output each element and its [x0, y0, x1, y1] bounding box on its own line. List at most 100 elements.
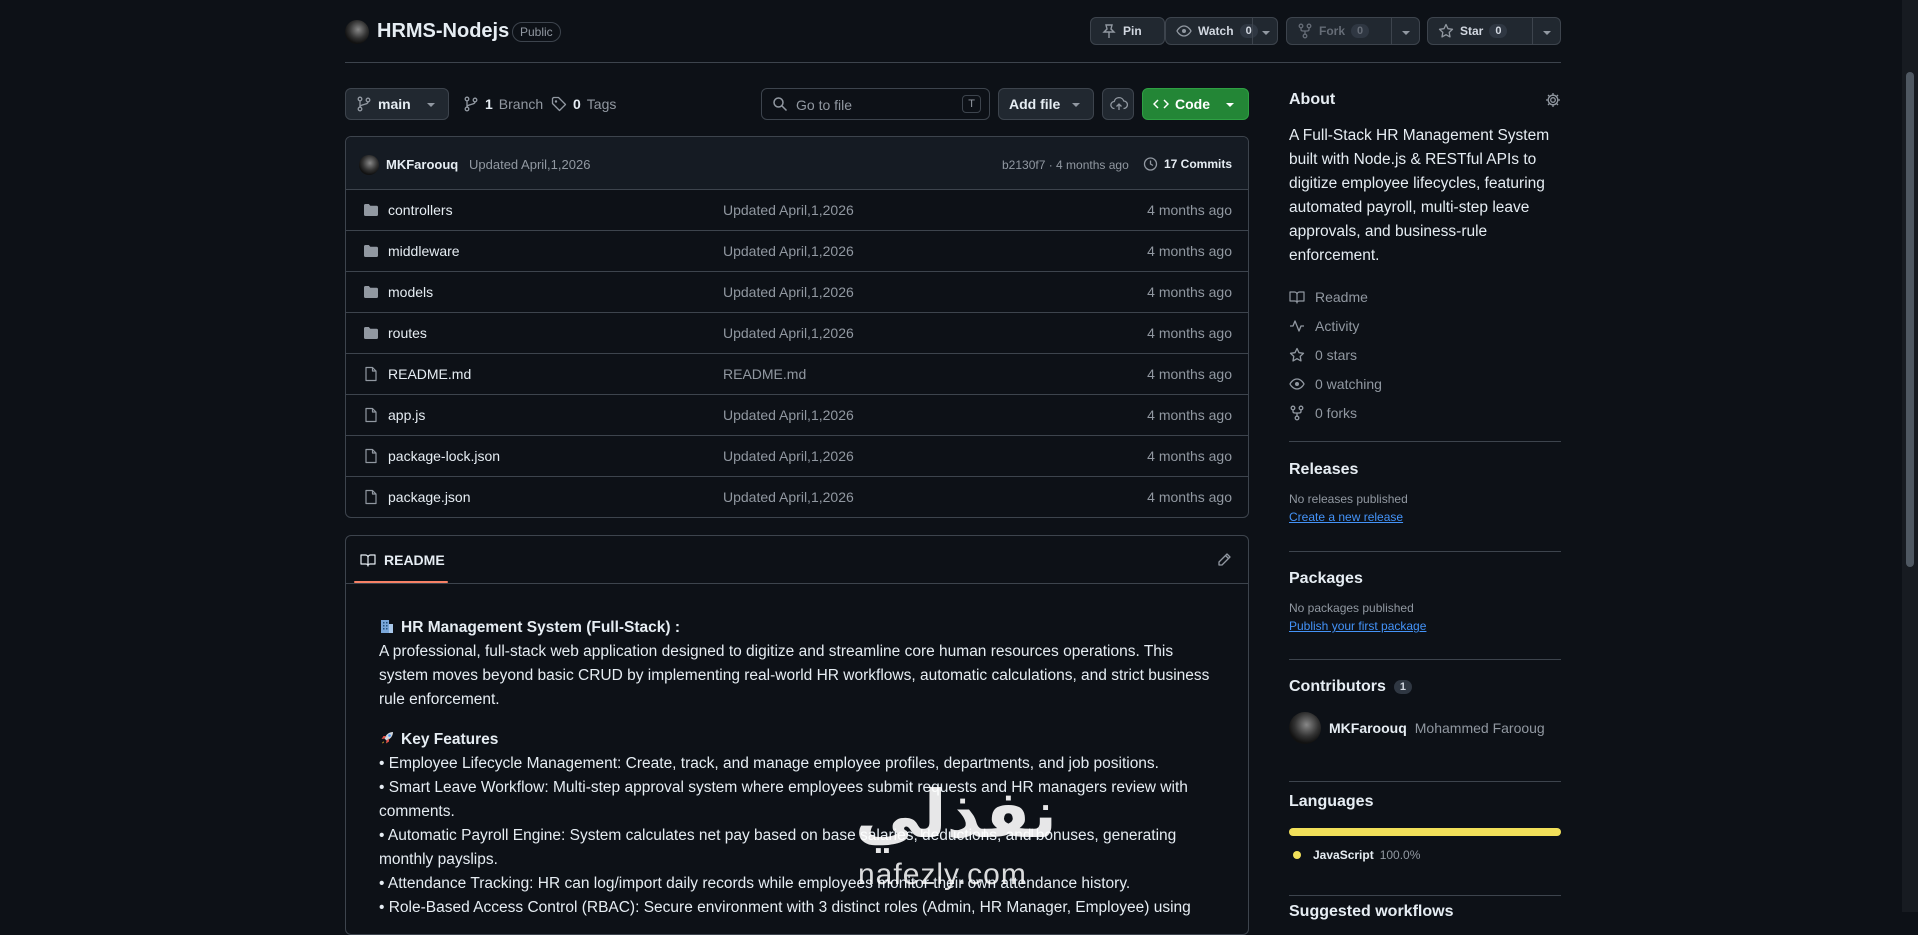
star-icon [1289, 347, 1305, 363]
publish-package-link[interactable]: Publish your first package [1289, 619, 1561, 633]
star-button[interactable]: Star 0 [1427, 17, 1561, 45]
language-bar-fill [1289, 828, 1561, 836]
sidebar-divider [1289, 895, 1561, 896]
chevron-down-icon[interactable] [1400, 24, 1412, 40]
cloud-upload-icon [1110, 96, 1128, 112]
watermark-text: nafezly.com [858, 858, 1027, 891]
branches-link[interactable]: 1 Branch [463, 96, 543, 112]
file-name[interactable]: routes [388, 325, 427, 341]
contributor-login[interactable]: MKFaroouq [1329, 720, 1407, 736]
file-name[interactable]: middleware [388, 243, 460, 259]
contributor-avatar[interactable] [1289, 712, 1321, 744]
feature-item: • Smart Leave Workflow: Multi-step appro… [379, 779, 1188, 820]
file-name[interactable]: package.json [388, 489, 471, 505]
file-row[interactable]: models Updated April,1,2026 4 months ago [346, 272, 1248, 313]
file-row[interactable]: package.json Updated April,1,2026 4 months… [346, 477, 1248, 517]
feature-item: • Employee Lifecycle Management: Create,… [379, 755, 1159, 772]
chevron-down-icon [425, 96, 437, 112]
file-row[interactable]: package-lock.json Updated April,1,2026 4 m… [346, 436, 1248, 477]
commit-message[interactable]: Updated April,1,2026 [469, 157, 590, 172]
contributors-heading[interactable]: Contributors [1289, 678, 1386, 696]
about-link-0-watching[interactable]: 0 watching [1289, 369, 1561, 398]
file-row[interactable]: middleware Updated April,1,2026 4 months a… [346, 231, 1248, 272]
file-age: 4 months ago [1147, 202, 1232, 218]
file-commit-message[interactable]: README.md [723, 366, 806, 382]
commit-meta[interactable]: b2130f7 · 4 months ago [1002, 158, 1129, 172]
search-input[interactable] [794, 93, 948, 117]
file-name[interactable]: README.md [388, 366, 471, 382]
about-link-activity[interactable]: Activity [1289, 311, 1561, 340]
add-file-button[interactable]: Add file [998, 88, 1094, 120]
fork-icon [1297, 23, 1313, 39]
code-button[interactable]: Code [1142, 88, 1249, 120]
pin-button[interactable]: Pin [1090, 17, 1165, 45]
file-commit-message[interactable]: Updated April,1,2026 [723, 284, 854, 300]
tags-link[interactable]: 0 Tags [551, 96, 616, 112]
commit-author[interactable]: MKFaroouq [386, 157, 458, 172]
readme-features-title: Key Features [401, 731, 499, 748]
star-count: 0 [1489, 24, 1508, 38]
packages-heading[interactable]: Packages [1289, 570, 1561, 588]
contributor-fullname: Mohammed Farooug [1414, 720, 1545, 736]
branch-selector[interactable]: main [345, 88, 449, 120]
contributor-item[interactable]: MKFaroouq Mohammed Farooug [1289, 712, 1561, 744]
go-to-file-search[interactable]: T [761, 88, 990, 120]
repo-avatar[interactable] [345, 20, 369, 44]
edit-pencil-icon[interactable] [1216, 552, 1232, 568]
code-label: Code [1175, 96, 1210, 112]
feature-list: • Employee Lifecycle Management: Create,… [379, 752, 1219, 920]
page-scrollbar[interactable] [1902, 0, 1918, 912]
file-age: 4 months ago [1147, 407, 1232, 423]
about-link-0-stars[interactable]: 0 stars [1289, 340, 1561, 369]
gear-icon[interactable] [1545, 92, 1561, 108]
file-name[interactable]: models [388, 284, 433, 300]
file-commit-message[interactable]: Updated April,1,2026 [723, 325, 854, 341]
file-icon [363, 407, 379, 423]
about-links: Readme Activity 0 stars 0 watching 0 forks [1289, 282, 1561, 427]
code-icon [1153, 96, 1169, 112]
file-name[interactable]: package-lock.json [388, 448, 500, 464]
commit-author-avatar[interactable] [359, 155, 379, 175]
header-divider [345, 62, 1561, 63]
about-link-readme[interactable]: Readme [1289, 282, 1561, 311]
folder-icon [363, 284, 379, 300]
commits-label: 17 Commits [1164, 157, 1233, 171]
about-heading: About [1289, 91, 1336, 108]
file-name[interactable]: app.js [388, 407, 425, 423]
chevron-down-icon[interactable] [1541, 24, 1553, 40]
feature-item: • Role-Based Access Control (RBAC): Secu… [379, 899, 1191, 916]
about-link-0-forks[interactable]: 0 forks [1289, 398, 1561, 427]
file-commit-message[interactable]: Updated April,1,2026 [723, 448, 854, 464]
fork-button[interactable]: Fork 0 [1286, 17, 1420, 45]
file-name[interactable]: controllers [388, 202, 453, 218]
branch-icon [356, 96, 372, 112]
upload-button[interactable] [1102, 88, 1134, 120]
branches-label: Branch [498, 96, 544, 112]
file-commit-message[interactable]: Updated April,1,2026 [723, 489, 854, 505]
fork-label: Fork [1319, 24, 1346, 38]
scrollbar-thumb[interactable] [1906, 72, 1914, 567]
language-item[interactable]: JavaScript 100.0% [1289, 848, 1561, 862]
file-row[interactable]: README.md README.md 4 months ago [346, 354, 1248, 395]
readme-title: HR Management System (Full-Stack) : [401, 619, 681, 636]
file-commit-message[interactable]: Updated April,1,2026 [723, 243, 854, 259]
create-release-link[interactable]: Create a new release [1289, 510, 1561, 524]
contributors-count: 1 [1393, 680, 1412, 694]
file-age: 4 months ago [1147, 366, 1232, 382]
file-commit-message[interactable]: Updated April,1,2026 [723, 407, 854, 423]
file-row[interactable]: routes Updated April,1,2026 4 months ago [346, 313, 1248, 354]
file-icon [363, 448, 379, 464]
repo-name[interactable]: HRMS-Nodejs [377, 20, 509, 43]
watermark-logo: نفذلي [855, 776, 1059, 853]
file-row[interactable]: controllers Updated April,1,2026 4 months … [346, 190, 1248, 231]
file-age: 4 months ago [1147, 284, 1232, 300]
watch-button[interactable]: Watch 0 [1165, 17, 1278, 45]
readme-tab[interactable]: README [354, 536, 451, 584]
file-row[interactable]: app.js Updated April,1,2026 4 months ago [346, 395, 1248, 436]
commits-link[interactable]: 17 Commits [1142, 156, 1232, 172]
watch-count: 0 [1239, 24, 1258, 38]
releases-heading[interactable]: Releases [1289, 461, 1561, 479]
fork-icon [1289, 405, 1305, 421]
file-commit-message[interactable]: Updated April,1,2026 [723, 202, 854, 218]
chevron-down-icon[interactable] [1260, 24, 1272, 40]
